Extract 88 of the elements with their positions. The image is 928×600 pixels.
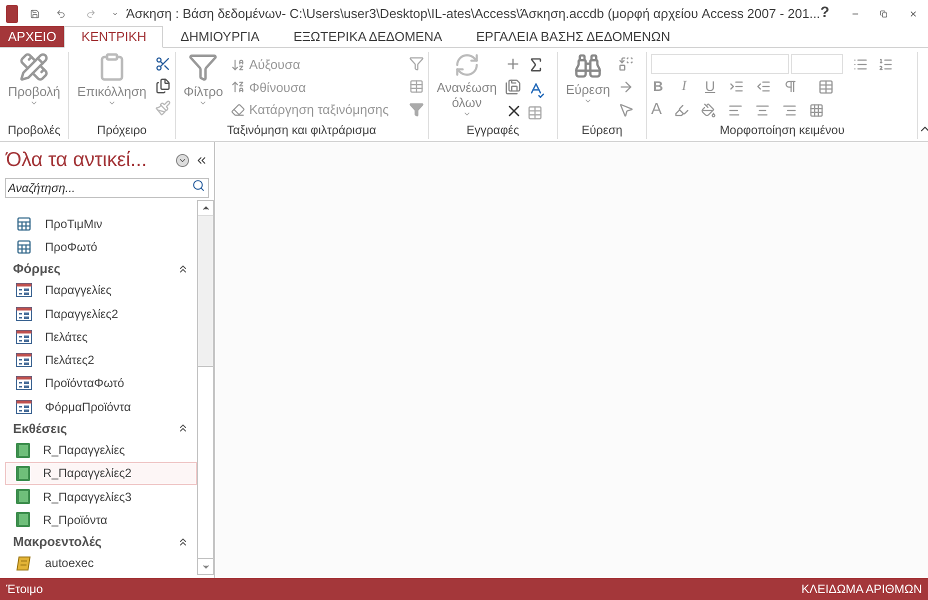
caret-icon [584, 97, 592, 105]
form-icon [16, 283, 32, 298]
report-icon [16, 442, 30, 458]
query-icon [16, 216, 32, 232]
fill-color-icon[interactable] [700, 102, 716, 118]
nav-item[interactable]: Παραγγελίες2 [5, 302, 197, 326]
nav-item[interactable]: ΦόρμαΠροϊόντα [5, 395, 197, 418]
nav-item[interactable]: R_Παραγγελίες2 [5, 462, 197, 486]
app-logo-icon [6, 4, 18, 22]
copy-icon[interactable] [154, 78, 171, 94]
report-icon [16, 466, 30, 481]
save-record-icon[interactable] [504, 79, 521, 95]
collapse-icon [177, 536, 189, 548]
gridlines-icon[interactable] [818, 78, 834, 95]
caret-icon [30, 99, 38, 107]
ribbon-tab[interactable]: ΕΞΩΤΕΡΙΚΑ ΔΕΔΟΜΕΝΑ [276, 26, 460, 48]
nav-item[interactable]: ΠροΤιμΜιν [5, 212, 197, 236]
indent-icon[interactable] [729, 79, 744, 94]
group-label: Εύρεση [580, 122, 624, 139]
new-record-icon[interactable] [504, 56, 521, 72]
status-indicator: ΚΛΕΙΔΩΜΑ ΑΡΙΘΜΩΝ [801, 581, 922, 598]
collapse-icon [177, 422, 189, 434]
nav-item[interactable]: R_Παραγγελίες [5, 438, 197, 462]
ruler-pencil-icon [19, 52, 50, 82]
filter-toggle-icon[interactable] [408, 56, 424, 71]
caret-icon [108, 99, 116, 107]
numbering-icon[interactable] [878, 56, 894, 72]
pane-menu-icon[interactable] [176, 154, 189, 166]
group-label: Μορφοποίηση κειμένου [718, 122, 846, 139]
nav-item[interactable]: R_Παραγγελίες3 [5, 485, 197, 508]
section-header[interactable]: Μακροεντολές [5, 532, 197, 552]
group-label: Προβολές [6, 122, 62, 139]
format-painter-icon[interactable] [154, 100, 171, 116]
form-icon [16, 306, 32, 321]
advanced-filter-icon[interactable] [408, 79, 424, 94]
outdent-icon[interactable] [756, 79, 772, 94]
form-icon [16, 353, 32, 368]
more-icon[interactable] [526, 105, 543, 121]
cut-icon[interactable] [154, 56, 171, 72]
nav-item[interactable]: ΠροΦωτό [5, 235, 197, 258]
ribbon-tab[interactable]: ΔΗΜΙΟΥΡΓΙΑ [163, 26, 276, 48]
scrollbar[interactable] [197, 200, 214, 575]
nav-item[interactable]: Πελάτες2 [5, 348, 197, 372]
binoculars-icon [574, 52, 602, 80]
refresh-icon [454, 52, 480, 78]
pane-title: Όλα τα αντικεί... [6, 148, 147, 173]
nav-item[interactable]: Πελάτες [5, 325, 197, 349]
nav-item[interactable]: R_Προϊόντα [5, 508, 197, 532]
sort-ascending-icon [231, 58, 246, 72]
section-header[interactable]: Εκθέσεις [5, 418, 197, 439]
group-label: Πρόχειρο [96, 122, 148, 139]
toggle-filter-icon[interactable] [408, 102, 424, 117]
window-title: Άσκηση : Βάση δεδομένων- C:\Users\user3\Desktop\IL-ates\Access\Άσκηση.accdb (μορφή αρχείου Access 2007 - 201... [126, 4, 820, 23]
status-text: Έτοιμο [6, 581, 43, 598]
nav-item[interactable]: Παραγγελίες [5, 278, 197, 302]
form-icon [16, 330, 32, 344]
ribbon-tab[interactable]: ΚΕΝΤΡΙΚΗ [64, 26, 164, 48]
filter-icon [188, 52, 218, 82]
scroll-icon [16, 556, 32, 571]
sort-descending-icon [231, 80, 246, 94]
group-label: Εγγραφές [465, 122, 520, 139]
caret-icon [199, 99, 208, 107]
report-icon [16, 512, 30, 528]
query-icon [16, 238, 32, 255]
help-button[interactable]: ? [820, 2, 830, 25]
search-icon[interactable] [192, 179, 205, 192]
eraser-icon [231, 102, 246, 117]
bullets-icon[interactable] [853, 56, 868, 72]
highlight-icon[interactable] [674, 102, 689, 118]
ribbon-tab[interactable]: ΕΡΓΑΛΕΙΑ ΒΑΣΗΣ ΔΕΔΟΜΕΝΩΝ [459, 26, 688, 48]
group-label: Ταξινόμηση και φιλτράρισμα [226, 122, 378, 139]
form-icon [16, 376, 32, 390]
report-icon [16, 489, 30, 504]
align-right-icon[interactable] [782, 102, 797, 118]
form-icon [16, 400, 32, 414]
replace-icon[interactable] [618, 56, 634, 72]
align-center-icon[interactable] [754, 102, 770, 118]
collapse-icon [177, 262, 189, 275]
file-tab[interactable]: ΑΡΧΕΙΟ [0, 26, 64, 47]
section-header[interactable]: Φόρμες [5, 258, 197, 279]
restore-icon[interactable] [880, 8, 888, 20]
alternate-row-icon[interactable] [808, 102, 824, 118]
nav-item[interactable]: autoexec [5, 552, 197, 576]
select-icon[interactable] [618, 102, 634, 118]
nav-item[interactable]: ΠροϊόνταΦωτό [5, 372, 197, 396]
text-direction-icon[interactable] [783, 79, 798, 94]
caret-icon [462, 110, 471, 118]
align-left-icon[interactable] [728, 102, 743, 118]
